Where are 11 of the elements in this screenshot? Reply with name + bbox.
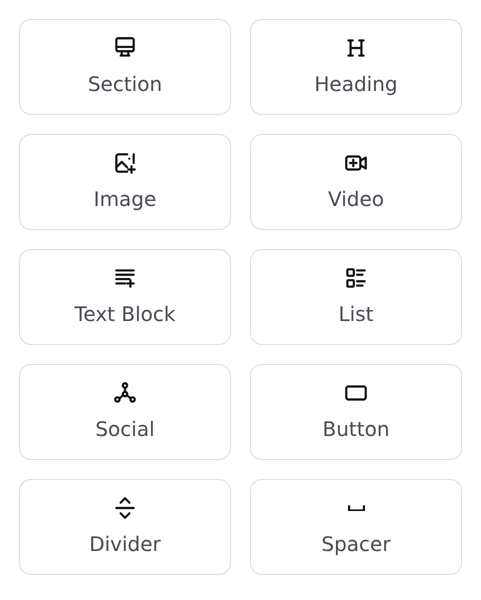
block-button[interactable]: Text Block xyxy=(19,249,231,345)
block-button[interactable]: Image xyxy=(19,134,231,230)
block-button[interactable]: Heading xyxy=(250,19,462,115)
block-button[interactable]: Spacer xyxy=(250,479,462,575)
block-button[interactable]: Section xyxy=(19,19,231,115)
block-button[interactable]: Button xyxy=(250,364,462,460)
spacer-icon xyxy=(348,504,364,512)
block-button[interactable]: Video xyxy=(250,134,462,230)
block-button[interactable]: Social xyxy=(19,364,231,460)
block-button[interactable]: Divider xyxy=(19,479,231,575)
block-button[interactable]: List xyxy=(250,249,462,345)
